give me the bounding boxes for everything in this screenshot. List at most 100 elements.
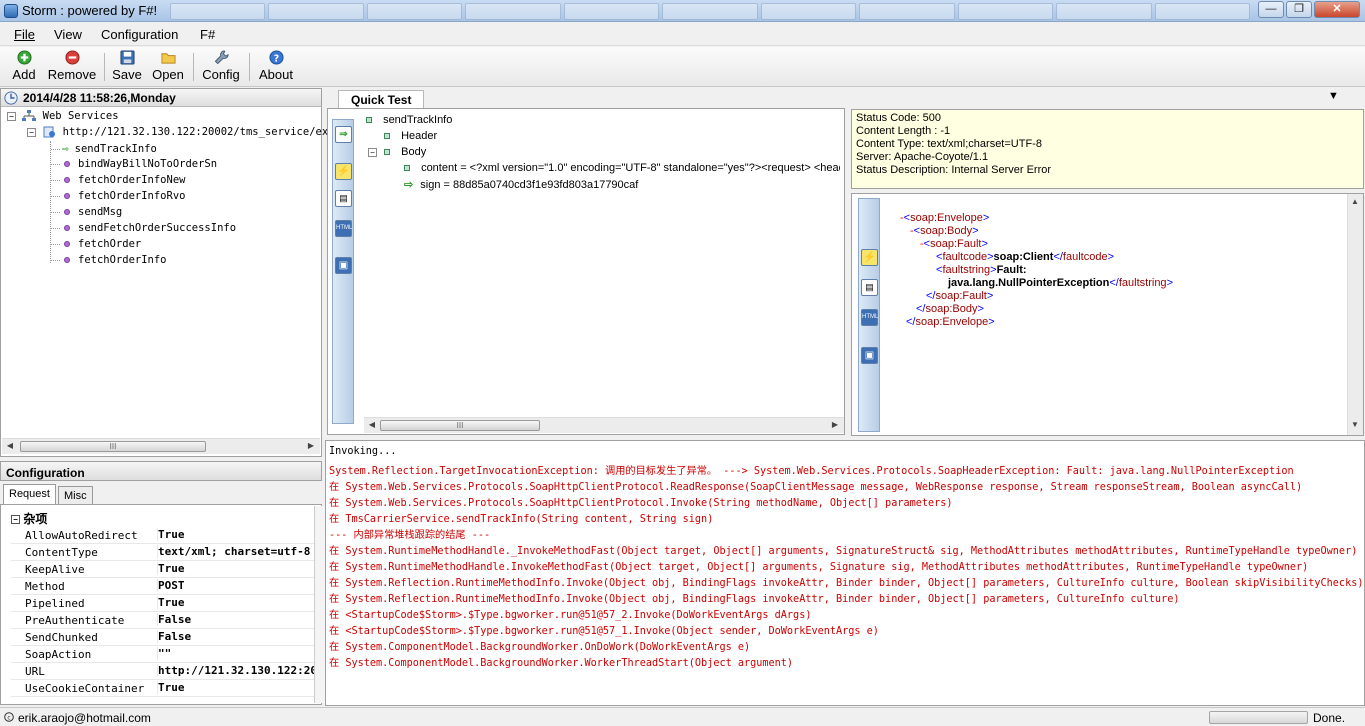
body-node[interactable]: − Body <box>368 146 426 158</box>
tab-request[interactable]: Request <box>3 484 56 504</box>
xml-value: soap:Client <box>993 251 1054 263</box>
node-bullet-icon <box>404 165 410 172</box>
property-row[interactable]: Pipelined True <box>11 595 316 612</box>
network-icon <box>22 110 37 121</box>
property-row[interactable]: KeepAlive True <box>11 561 316 578</box>
property-value[interactable]: False <box>157 630 315 643</box>
menu-configuration[interactable]: Configuration <box>101 27 178 42</box>
tab-menu-dropdown-icon[interactable]: ▼ <box>1328 90 1339 102</box>
method-item[interactable]: fetchOrder <box>51 238 141 250</box>
menu-view[interactable]: View <box>54 27 82 42</box>
log-line: 在 TmsCarrierService.sendTrackInfo(String… <box>329 514 714 525</box>
scroll-left-icon[interactable]: ◀ <box>367 420 377 429</box>
html-icon[interactable]: HTML <box>335 220 352 237</box>
save-button[interactable]: Save <box>112 50 142 82</box>
sign-param-node[interactable]: ⇨ sign = 88d85a0740cd3f1e93fd803a17790ca… <box>404 178 638 191</box>
log-line: 在 <StartupCode$Storm>.$Type.bgworker.run… <box>329 610 812 621</box>
config-button[interactable]: Config <box>200 50 242 82</box>
tree-horizontal-scrollbar[interactable]: ◀ III ▶ <box>2 438 320 454</box>
property-row[interactable]: UseCookieContainer True <box>11 680 316 697</box>
invoke-arrow-icon[interactable]: ⇒ <box>335 126 352 143</box>
save-label: Save <box>112 67 142 82</box>
scroll-right-icon[interactable]: ▶ <box>830 420 840 429</box>
datetime-header: 2014/4/28 11:58:26,Monday <box>1 89 321 107</box>
method-item[interactable]: sendMsg <box>51 206 122 218</box>
property-value[interactable]: True <box>157 528 315 541</box>
property-value[interactable]: text/xml; charset=utf-8 <box>157 545 315 558</box>
xml-tag: faultcode <box>942 251 988 263</box>
header-node[interactable]: Header <box>384 130 437 142</box>
html-icon[interactable]: HTML <box>861 309 878 326</box>
open-button[interactable]: Open <box>150 50 186 82</box>
content-param-node[interactable]: content = <?xml version="1.0" encoding="… <box>404 162 840 174</box>
property-value[interactable]: False <box>157 613 315 626</box>
lightning-icon[interactable]: ⚡ <box>861 249 878 266</box>
method-item[interactable]: fetchOrderInfoRvo <box>51 190 185 202</box>
property-value[interactable]: True <box>157 596 315 609</box>
collapse-toggle[interactable]: − <box>27 127 36 137</box>
response-vertical-scrollbar[interactable]: ▲ ▼ <box>1347 194 1363 435</box>
property-row[interactable]: SoapAction "" <box>11 646 316 663</box>
remove-button[interactable]: Remove <box>47 50 97 82</box>
tab-quick-test[interactable]: Quick Test <box>338 90 425 108</box>
close-button[interactable]: ✕ <box>1314 1 1360 18</box>
menu-fsharp[interactable]: F# <box>200 27 215 42</box>
add-button[interactable]: Add <box>10 50 38 82</box>
collapse-toggle[interactable]: − <box>7 111 16 121</box>
property-category[interactable]: − 杂项 <box>11 510 316 526</box>
tree-root[interactable]: − Web Services <box>7 110 119 122</box>
scroll-up-icon[interactable]: ▲ <box>1351 197 1359 206</box>
scroll-left-icon[interactable]: ◀ <box>5 441 15 450</box>
scroll-right-icon[interactable]: ▶ <box>306 441 316 450</box>
property-row[interactable]: URL http://121.32.130.122:20002 <box>11 663 316 680</box>
request-horizontal-scrollbar[interactable]: ◀ III ▶ <box>364 417 844 433</box>
method-item[interactable]: fetchOrderInfo <box>51 254 167 266</box>
method-label: sendFetchOrderSuccessInfo <box>78 222 237 234</box>
method-item[interactable]: sendFetchOrderSuccessInfo <box>51 222 236 234</box>
property-value[interactable]: http://121.32.130.122:20002 <box>157 664 315 677</box>
about-button[interactable]: ? About <box>256 50 296 82</box>
property-name: KeepAlive <box>25 563 85 576</box>
request-root-node[interactable]: sendTrackInfo <box>366 114 452 126</box>
status-text: Done. <box>1313 711 1346 725</box>
property-row[interactable]: ContentType text/xml; charset=utf-8 <box>11 544 316 561</box>
service-node[interactable]: − http://121.32.130.122:20002/tms_servic… <box>27 126 334 138</box>
method-label: sendTrackInfo <box>74 143 157 155</box>
scroll-down-icon[interactable]: ▼ <box>1351 420 1359 429</box>
scrollbar-thumb[interactable]: III <box>20 441 206 452</box>
tab-misc[interactable]: Misc <box>58 486 93 505</box>
collapse-toggle[interactable]: − <box>11 515 20 525</box>
xml-faultcode: <faultcode>soap:Client</faultcode> <box>936 251 1115 263</box>
save-icon[interactable]: ▣ <box>335 257 352 274</box>
xml-fault-close: </soap:Fault> <box>926 290 994 302</box>
floppy-disk-icon <box>119 50 135 65</box>
method-item[interactable]: ⇨ sendTrackInfo <box>51 142 157 155</box>
log-line: 在 System.RuntimeMethodHandle.InvokeMetho… <box>329 562 1309 573</box>
output-log[interactable]: Invoking... System.Reflection.TargetInvoc… <box>325 440 1365 706</box>
xml-tag: soap:Fault <box>935 290 987 302</box>
property-row[interactable]: PreAuthenticate False <box>11 612 316 629</box>
property-row[interactable]: Method POST <box>11 578 316 595</box>
service-url: http://121.32.130.122:20002/tms_service/… <box>62 126 335 138</box>
save-icon[interactable]: ▣ <box>861 347 878 364</box>
menu-file[interactable]: File <box>14 27 35 42</box>
property-row[interactable]: AllowAutoRedirect True <box>11 527 316 544</box>
content-type: Content Type: text/xml;charset=UTF-8 <box>856 138 1042 150</box>
collapse-toggle[interactable]: − <box>368 147 377 157</box>
minimize-button[interactable]: — <box>1258 1 1284 18</box>
document-icon[interactable]: ▤ <box>335 190 352 207</box>
document-icon[interactable]: ▤ <box>861 279 878 296</box>
xml-tag: faultstring <box>1118 277 1167 289</box>
maximize-button[interactable]: ❐ <box>1286 1 1312 18</box>
property-row[interactable]: SendChunked False <box>11 629 316 646</box>
method-item[interactable]: fetchOrderInfoNew <box>51 174 185 186</box>
property-value[interactable]: "" <box>157 647 315 660</box>
scrollbar-thumb[interactable]: III <box>380 420 540 431</box>
lightning-icon[interactable]: ⚡ <box>335 163 352 180</box>
wrench-icon <box>214 50 229 65</box>
method-item[interactable]: bindWayBillNoToOrderSn <box>51 158 217 170</box>
property-value[interactable]: POST <box>157 579 315 592</box>
property-value[interactable]: True <box>157 562 315 575</box>
method-label: fetchOrderInfoNew <box>78 174 186 186</box>
property-value[interactable]: True <box>157 681 315 694</box>
